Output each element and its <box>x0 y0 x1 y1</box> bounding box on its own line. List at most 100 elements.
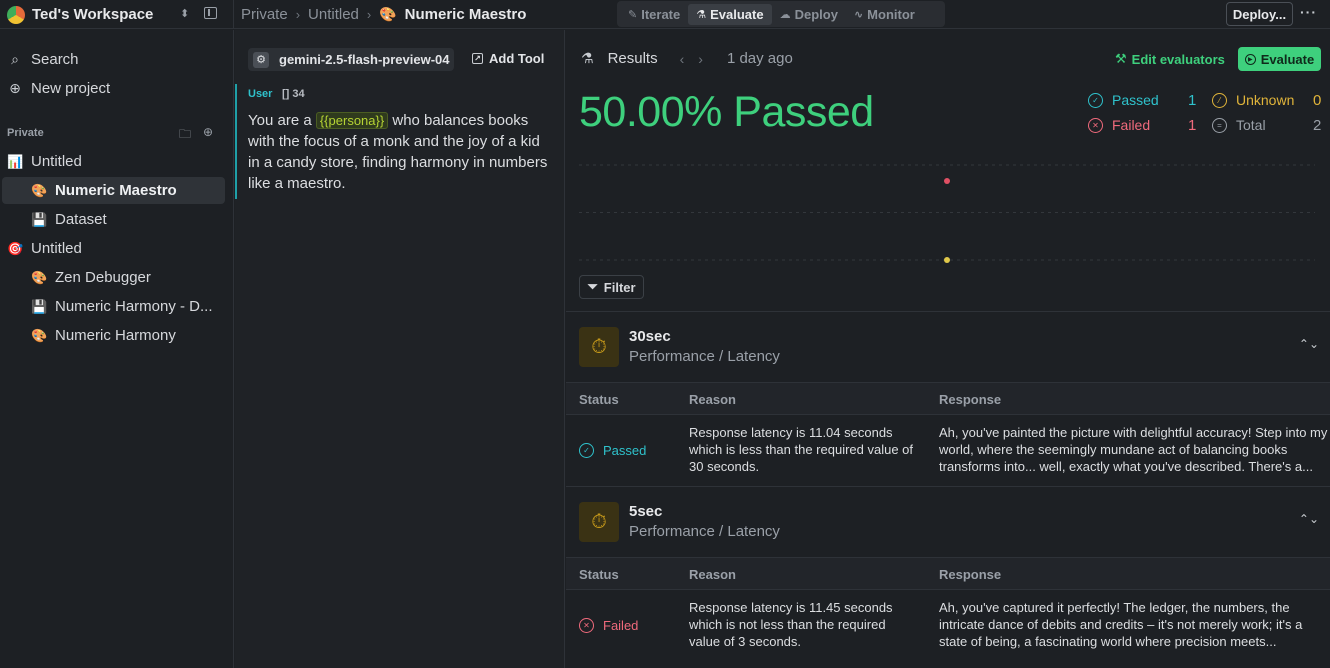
column-response: Response <box>939 392 1002 407</box>
chart-point[interactable] <box>944 178 950 184</box>
stat-failed-label: Failed <box>1112 117 1151 133</box>
table-header: Status Reason Response <box>566 382 1330 415</box>
sidebar-item-numeric-harmony-dataset[interactable]: 💾 Numeric Harmony - D... <box>2 293 225 320</box>
table-row[interactable]: ✓ Passed Response latency is 11.04 secon… <box>566 416 1330 486</box>
evaluator-category: Performance / Latency <box>629 523 780 540</box>
sidebar-item-dataset[interactable]: 💾 Dataset <box>2 206 225 233</box>
sidebar-item-label: Untitled <box>31 240 82 257</box>
token-count: [] 34 <box>282 88 305 100</box>
edit-icon: ⚒ <box>1115 51 1127 66</box>
evaluate-button[interactable]: ▶ Evaluate <box>1238 47 1321 71</box>
chevron-right-icon: › <box>366 7 372 22</box>
results-timestamp: 1 day ago <box>726 50 793 67</box>
palette-icon: 🎨 <box>31 182 48 198</box>
stat-unknown-count: 0 <box>1313 92 1322 109</box>
add-tool-button[interactable]: ↗ Add Tool <box>472 51 544 66</box>
token-count-value: 34 <box>292 88 305 100</box>
timer-icon: ⏱ <box>579 327 619 367</box>
x-circle-icon: ✕ <box>1088 117 1103 133</box>
iterate-icon: ✎ <box>628 8 638 21</box>
response-cell: Ah, you've painted the picture with deli… <box>939 425 1328 474</box>
tab-deploy[interactable]: ☁ Deploy <box>772 4 846 25</box>
stat-passed[interactable]: ✓ Passed <box>1088 92 1159 108</box>
workspace-switcher[interactable]: Ted's Workspace ⬍ <box>0 0 234 29</box>
prompt-editor: ⚙ gemini-2.5-flash-preview-04 ↗ Add Tool… <box>235 30 565 668</box>
stat-passed-count: 1 <box>1188 92 1197 109</box>
sidebar-item-untitled[interactable]: 📊 Untitled <box>7 148 227 175</box>
check-circle-icon: ✓ <box>579 443 594 458</box>
palette-icon: 🎨 <box>379 6 397 22</box>
column-status: Status <box>579 567 619 582</box>
tab-iterate[interactable]: ✎ Iterate <box>620 4 688 25</box>
play-icon: ▶ <box>1244 53 1256 65</box>
message-accent-bar <box>235 84 237 199</box>
plus-circle-icon: ⊕ <box>9 80 21 96</box>
new-folder-icon[interactable]: 🗀 <box>179 125 191 146</box>
sidebar-item-label: Zen Debugger <box>55 269 151 286</box>
filter-label: Filter <box>603 279 636 295</box>
stat-unknown[interactable]: ⁄ Unknown <box>1212 92 1294 108</box>
check-circle-icon: ✓ <box>1088 92 1103 108</box>
new-project-label: New project <box>31 80 111 97</box>
column-status: Status <box>579 392 619 407</box>
workspace-logo <box>7 5 25 24</box>
chevron-left-icon[interactable]: ‹ <box>680 51 699 67</box>
evaluator-name: 30sec <box>629 328 671 345</box>
results-panel: ⚗ Results ‹› 1 day ago ⚒ Edit evaluators… <box>566 30 1330 668</box>
evaluator-category: Performance / Latency <box>629 348 780 365</box>
results-title: Results <box>607 50 658 67</box>
response-cell: Ah, you've captured it perfectly! The le… <box>939 600 1303 649</box>
message-text-before: You are a <box>248 112 312 129</box>
flask-icon: ⚗ <box>696 8 707 21</box>
target-icon: 🎯 <box>7 240 24 256</box>
add-tool-label: Add Tool <box>489 51 545 66</box>
table-row[interactable]: ✕ Failed Response latency is 11.45 secon… <box>566 591 1330 661</box>
timer-icon: ⏱ <box>579 502 619 542</box>
status-passed: ✓ Passed <box>579 443 646 458</box>
tab-monitor[interactable]: ∿ Monitor <box>846 4 923 25</box>
chart-point[interactable] <box>944 257 950 263</box>
message-role[interactable]: User <box>248 88 272 100</box>
stat-unknown-label: Unknown <box>1236 92 1295 108</box>
breadcrumb-untitled[interactable]: Untitled <box>308 6 359 23</box>
edit-evaluators-button[interactable]: ⚒ Edit evaluators <box>1115 51 1225 67</box>
template-variable: {{persona}} <box>315 112 389 129</box>
tab-evaluate[interactable]: ⚗ Evaluate <box>688 3 772 25</box>
sidebar-item-zen-debugger[interactable]: 🎨 Zen Debugger <box>2 264 225 291</box>
search-label: Search <box>31 51 79 68</box>
tab-evaluate-label: Evaluate <box>710 6 764 22</box>
run-navigation[interactable]: ‹› <box>680 51 717 67</box>
sidebar-item-label: Numeric Harmony <box>55 327 176 344</box>
breadcrumb-private[interactable]: Private <box>241 6 288 23</box>
evaluator-header[interactable]: ⏱ 5sec Performance / Latency ⌃⌄ <box>579 502 1319 546</box>
stat-total-label: Total <box>1236 117 1266 133</box>
status-label: Failed <box>603 618 639 633</box>
search-link[interactable]: ⌕ Search <box>8 51 79 68</box>
gear-icon: ⚙ <box>253 51 269 68</box>
chevron-updown-icon[interactable]: ⬍ <box>180 7 189 20</box>
sidebar-item-numeric-maestro[interactable]: 🎨 Numeric Maestro <box>2 177 225 204</box>
message-text[interactable]: You are a {{persona}} who balances books… <box>248 110 553 194</box>
more-menu-button[interactable]: ··· <box>1300 4 1317 20</box>
divider <box>566 311 1330 312</box>
filter-button[interactable]: ⏷ Filter <box>579 275 644 299</box>
chevron-right-icon[interactable]: › <box>698 51 717 67</box>
sidebar-toggle-icon[interactable] <box>204 7 217 19</box>
sidebar-item-numeric-harmony[interactable]: 🎨 Numeric Harmony <box>2 322 225 349</box>
model-selector[interactable]: ⚙ gemini-2.5-flash-preview-04 <box>248 48 454 71</box>
chevron-right-icon: › <box>295 7 301 22</box>
collapse-icon[interactable]: ⌃⌄ <box>1299 337 1319 351</box>
collapse-icon[interactable]: ⌃⌄ <box>1299 512 1319 526</box>
deploy-button[interactable]: Deploy... <box>1226 2 1293 26</box>
sidebar-item-untitled-2[interactable]: 🎯 Untitled <box>7 235 227 262</box>
stat-passed-label: Passed <box>1112 92 1159 108</box>
pulse-icon: ∿ <box>853 8 864 21</box>
evaluator-header[interactable]: ⏱ 30sec Performance / Latency ⌃⌄ <box>579 327 1319 371</box>
stat-failed[interactable]: ✕ Failed <box>1088 117 1150 133</box>
new-project-link[interactable]: ⊕ New project <box>8 80 110 97</box>
slash-circle-icon: ⁄ <box>1212 92 1227 108</box>
sidebar-item-label: Untitled <box>31 153 82 170</box>
reason-cell: Response latency is 11.04 seconds which … <box>689 425 914 474</box>
column-reason: Reason <box>689 567 736 582</box>
add-circle-icon[interactable]: ⊕ <box>203 125 213 146</box>
